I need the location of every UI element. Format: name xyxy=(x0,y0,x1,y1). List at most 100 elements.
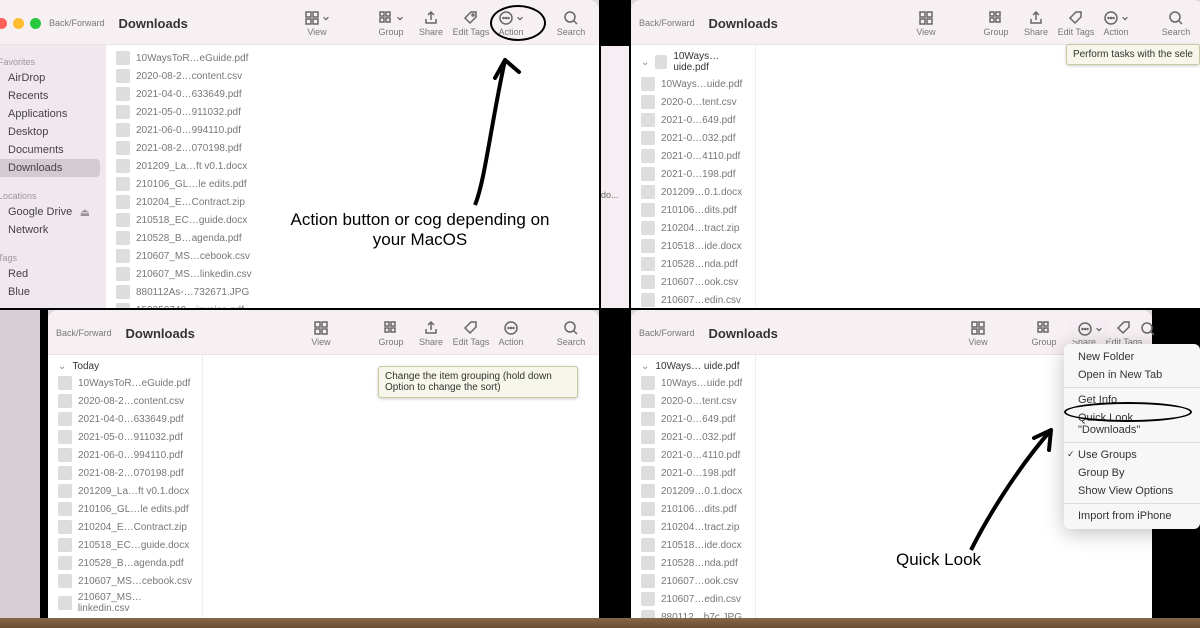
file-row[interactable]: 210528_B…agenda.pdf xyxy=(48,554,202,572)
file-row[interactable]: 2021-0…4110.pdf xyxy=(631,446,755,464)
file-row[interactable]: 201209…0.1.docx xyxy=(631,482,755,500)
file-row[interactable]: 210607…edin.csv xyxy=(631,291,755,308)
menu-show-view-options[interactable]: Show View Options xyxy=(1064,482,1200,500)
file-row[interactable]: 2021-05-0…911032.pdf xyxy=(48,428,202,446)
screenshot-2: Back/Forward Downloads View Group Share … xyxy=(601,0,1200,308)
view-button[interactable]: View xyxy=(297,9,337,37)
group-button[interactable]: Group xyxy=(976,9,1016,37)
file-row[interactable]: 880112…b7c.JPG xyxy=(631,608,755,618)
file-row[interactable]: 210518…ide.docx xyxy=(631,536,755,554)
file-row[interactable]: 10Ways…uide.pdf xyxy=(631,374,755,392)
sidebar-item-airdrop[interactable]: AirDrop xyxy=(0,69,100,87)
file-row[interactable]: 10Ways…uide.pdf xyxy=(631,75,755,93)
file-list: ⌄10Ways… uide.pdf 10Ways…uide.pdf2020-0…… xyxy=(631,45,756,308)
file-row[interactable]: 159258740…invoice.pdf xyxy=(106,301,599,308)
menu-import-iphone[interactable]: Import from iPhone xyxy=(1064,507,1200,525)
edit-tags-button[interactable]: Edit Tags xyxy=(451,319,491,347)
back-forward[interactable]: Back/Forward xyxy=(49,18,105,28)
screenshot-4: Back/Forward Downloads View Group Share … xyxy=(601,310,1200,618)
file-row[interactable]: 210204…tract.zip xyxy=(631,219,755,237)
annotation-arrow xyxy=(440,30,550,215)
search-button[interactable]: Search xyxy=(1156,9,1196,37)
file-row[interactable]: 210607…ook.csv xyxy=(631,572,755,590)
file-row[interactable]: 2020-08-2…content.csv xyxy=(48,392,202,410)
file-row[interactable]: 2021-0…4110.pdf xyxy=(631,147,755,165)
file-row[interactable]: 210528…nda.pdf xyxy=(631,255,755,273)
file-row[interactable]: 2021-0…649.pdf xyxy=(631,410,755,428)
sidebar-tag-blue[interactable]: Blue xyxy=(0,283,100,301)
file-row[interactable]: 210518…ide.docx xyxy=(631,237,755,255)
sidebar-item-applications[interactable]: Applications xyxy=(0,105,100,123)
action-menu[interactable]: New Folder Open in New Tab Get Info Quic… xyxy=(1064,344,1200,529)
file-row[interactable]: 2021-08-2…070198.pdf xyxy=(48,464,202,482)
window-title: Downloads xyxy=(126,326,208,341)
sidebar-item-desktop[interactable]: Desktop xyxy=(0,123,100,141)
sidebar-tag-red[interactable]: Red xyxy=(0,265,100,283)
sidebar-item-googledrive[interactable]: Google Drive⏏ xyxy=(0,203,100,221)
file-row[interactable]: 2021-04-0…633649.pdf xyxy=(48,410,202,428)
sidebar-item-network[interactable]: Network xyxy=(0,221,100,239)
sidebar-item-documents[interactable]: Documents xyxy=(0,141,100,159)
action-button[interactable]: Action xyxy=(491,319,531,347)
search-button[interactable] xyxy=(1128,320,1168,338)
dock xyxy=(0,618,1200,628)
group-button[interactable]: Group xyxy=(371,319,411,347)
eject-icon[interactable]: ⏏ xyxy=(80,206,90,219)
file-row[interactable]: 880112As-…732671.JPG xyxy=(106,283,599,301)
file-row[interactable]: 210204…tract.zip xyxy=(631,518,755,536)
annotation-quicklook-caption: Quick Look xyxy=(896,550,981,570)
file-row[interactable]: 2021-0…032.pdf xyxy=(631,428,755,446)
window-title: Downloads xyxy=(709,16,791,31)
menu-use-groups[interactable]: Use Groups xyxy=(1064,446,1200,464)
file-row[interactable]: 201209…0.1.docx xyxy=(631,183,755,201)
file-row[interactable]: 210528…nda.pdf xyxy=(631,554,755,572)
action-button[interactable] xyxy=(1070,318,1110,340)
file-row[interactable]: 210607…ook.csv xyxy=(631,273,755,291)
annotation-circle xyxy=(1064,402,1192,422)
view-button[interactable]: View xyxy=(301,319,341,347)
file-row[interactable]: 2021-0…032.pdf xyxy=(631,129,755,147)
search-button[interactable]: Search xyxy=(551,9,591,37)
menu-new-folder[interactable]: New Folder xyxy=(1064,348,1200,366)
menu-group-by[interactable]: Group By xyxy=(1064,464,1200,482)
file-row[interactable]: 2020-0…tent.csv xyxy=(631,93,755,111)
back-forward[interactable]: Back/Forward xyxy=(639,18,695,28)
file-row[interactable]: 210106…dits.pdf xyxy=(631,201,755,219)
back-forward[interactable]: Back/Forward xyxy=(56,328,112,338)
file-row[interactable]: 210607_MS…linkedin.csv xyxy=(106,265,599,283)
share-button[interactable]: Share xyxy=(411,319,451,347)
action-button[interactable]: Action xyxy=(1096,9,1136,37)
sidebar-item-recents[interactable]: Recents xyxy=(0,87,100,105)
screenshot-3: Back/Forward Downloads View Group Share … xyxy=(0,310,599,618)
group-button[interactable]: Group xyxy=(1024,319,1064,347)
file-row[interactable]: 210518_EC…guide.docx xyxy=(48,536,202,554)
file-row[interactable]: 210204_E…Contract.zip xyxy=(48,518,202,536)
menu-open-new-tab[interactable]: Open in New Tab xyxy=(1064,366,1200,384)
sidebar: Favorites AirDrop Recents Applications D… xyxy=(0,45,106,308)
sidebar-item-downloads[interactable]: Downloads xyxy=(0,159,100,177)
file-row[interactable]: 2021-0…198.pdf xyxy=(631,165,755,183)
file-row[interactable]: 210607_MS…linkedin.csv xyxy=(48,590,202,616)
file-row[interactable]: 2020-0…tent.csv xyxy=(631,392,755,410)
file-row[interactable]: 210106_GL…le edits.pdf xyxy=(48,500,202,518)
window-controls[interactable] xyxy=(0,18,41,29)
file-list: ⌄Today 10WaysToR…eGuide.pdf2020-08-2…con… xyxy=(48,355,203,618)
annotation-arrow xyxy=(931,410,1081,560)
file-row[interactable]: 2021-0…198.pdf xyxy=(631,464,755,482)
search-button[interactable]: Search xyxy=(551,319,591,347)
view-button[interactable]: View xyxy=(958,319,998,347)
file-row[interactable]: 210106…dits.pdf xyxy=(631,500,755,518)
file-row[interactable]: 2021-0…649.pdf xyxy=(631,111,755,129)
share-button[interactable]: Share xyxy=(1016,9,1056,37)
edit-tags-button[interactable]: Edit Tags xyxy=(1056,9,1096,37)
view-button[interactable]: View xyxy=(906,9,946,37)
back-forward[interactable]: Back/Forward xyxy=(639,328,695,338)
file-row[interactable]: 2021-06-0…994110.pdf xyxy=(48,446,202,464)
file-row[interactable]: 10WaysToR…eGuide.pdf xyxy=(48,374,202,392)
file-row[interactable]: 201209_La…ft v0.1.docx xyxy=(48,482,202,500)
screenshot-1: Back/Forward Downloads View Group Share … xyxy=(0,0,599,308)
header-file: ⌄10Ways… uide.pdf xyxy=(631,49,755,75)
file-row[interactable]: 210607…edin.csv xyxy=(631,590,755,608)
file-row[interactable]: 210607_MS…cebook.csv xyxy=(48,572,202,590)
group-button[interactable]: Group xyxy=(371,9,411,37)
